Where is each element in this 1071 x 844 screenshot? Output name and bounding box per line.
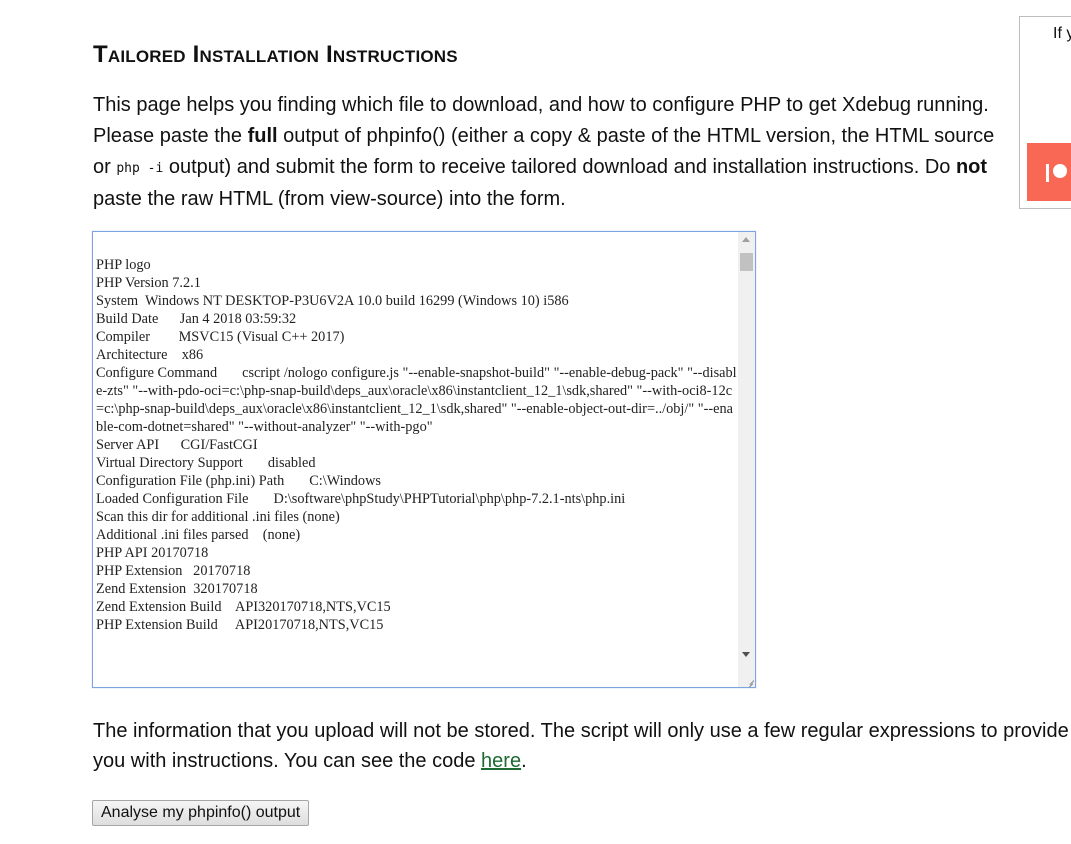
sidebar-support-box: If y: [1019, 16, 1071, 209]
phpinfo-textarea[interactable]: PHP logo PHP Version 7.2.1 System Window…: [92, 231, 756, 688]
textarea-vertical-scrollbar[interactable]: [738, 232, 755, 687]
notice-text-end: .: [521, 750, 527, 772]
scroll-up-arrow-icon[interactable]: [742, 237, 750, 242]
intro-text-4: paste the raw HTML (from view-source) in…: [93, 188, 566, 210]
resize-grip-icon[interactable]: [738, 670, 755, 687]
patreon-icon: [1046, 164, 1067, 182]
code-here-link[interactable]: here: [481, 750, 521, 772]
patreon-button[interactable]: [1027, 143, 1071, 201]
intro-code-php-i: php -i: [116, 161, 164, 176]
intro-paragraph: This page helps you finding which file t…: [93, 90, 1003, 215]
page-title: Tailored Installation Instructions: [93, 41, 458, 68]
page: Tailored Installation Instructions This …: [0, 0, 1071, 844]
scrollbar-thumb[interactable]: [740, 253, 753, 271]
scroll-down-arrow-icon[interactable]: [742, 652, 750, 657]
sidebar-text: If y: [1053, 25, 1071, 42]
intro-bold-not: not: [955, 156, 988, 178]
analyse-phpinfo-button[interactable]: Analyse my phpinfo() output: [92, 800, 310, 826]
intro-text-3: output) and submit the form to receive t…: [163, 156, 956, 178]
phpinfo-textarea-value[interactable]: PHP logo PHP Version 7.2.1 System Window…: [96, 256, 738, 634]
privacy-notice: The information that you upload will not…: [93, 716, 1071, 776]
intro-bold-full: full: [247, 125, 278, 147]
main-content: Tailored Installation Instructions This …: [93, 38, 1013, 215]
notice-text: The information that you upload will not…: [93, 720, 1069, 772]
